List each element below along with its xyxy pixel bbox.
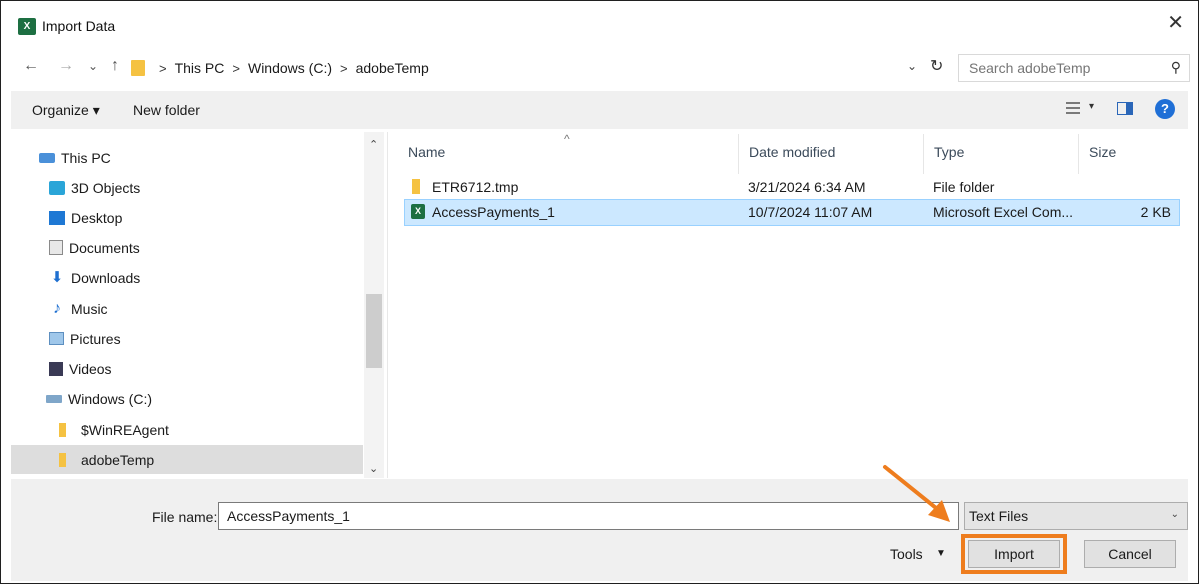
navigation-pane: ⌃ ⌄ This PC 3D Objects Desktop Documents… (11, 132, 386, 478)
footer-bar: File name: ▾ Text Files ⌄ Tools ▼ Import… (11, 479, 1188, 581)
folder-icon (131, 60, 145, 76)
sidebar-item-documents[interactable]: Documents (49, 233, 359, 262)
sidebar-item-label: This PC (61, 149, 111, 166)
nav-scrollbar-thumb[interactable] (366, 294, 382, 368)
command-bar: Organize ▾ New folder ▾ ? (11, 91, 1188, 129)
column-header-size[interactable]: Size (1079, 134, 1179, 174)
folder-icon (412, 179, 420, 194)
dialog-title: Import Data (42, 18, 116, 34)
downloads-icon: ⬇ (50, 268, 64, 286)
import-data-dialog: X Import Data ✕ ← → ⌄ ↑ > This PC > Wind… (0, 0, 1199, 584)
sidebar-item-desktop[interactable]: Desktop (49, 203, 359, 232)
breadcrumb-windows-c[interactable]: Windows (C:) (248, 60, 332, 76)
sidebar-item-winreagent[interactable]: $WinREAgent (59, 415, 359, 444)
close-button[interactable]: ✕ (1167, 11, 1184, 35)
file-row[interactable]: ETR6712.tmp 3/21/2024 6:34 AM File folde… (404, 174, 1180, 201)
sidebar-item-label: adobeTemp (81, 451, 155, 468)
breadcrumb-separator: > (232, 60, 240, 76)
organize-button[interactable]: Organize ▾ (32, 102, 100, 119)
breadcrumb-separator: > (340, 60, 348, 76)
sidebar-item-music[interactable]: ♪ Music (49, 294, 359, 323)
address-dropdown-icon[interactable]: ⌄ (907, 59, 917, 73)
search-icon[interactable]: ⚲ (1171, 59, 1181, 76)
back-button[interactable]: ← (23, 57, 39, 75)
up-button[interactable]: ↑ (111, 57, 119, 75)
folder-icon (59, 452, 66, 467)
search-box[interactable]: ⚲ (958, 54, 1190, 82)
excel-file-icon: X (411, 204, 425, 219)
breadcrumb-adobetemp[interactable]: adobeTemp (356, 60, 429, 76)
sidebar-item-label: Documents (69, 239, 140, 256)
address-bar[interactable]: > This PC > Windows (C:) > adobeTemp (131, 54, 953, 82)
sidebar-item-videos[interactable]: Videos (49, 354, 359, 383)
recent-locations-button[interactable]: ⌄ (88, 59, 98, 73)
column-header-name[interactable]: Name (398, 134, 739, 174)
sidebar-item-label: $WinREAgent (81, 421, 169, 438)
import-highlight-box (961, 534, 1067, 574)
excel-icon: X (18, 18, 36, 35)
chevron-down-icon: ⌄ (1170, 509, 1179, 520)
file-type-select[interactable]: Text Files ⌄ (964, 502, 1188, 530)
sidebar-item-3d-objects[interactable]: 3D Objects (49, 173, 359, 202)
this-pc-icon (39, 152, 55, 163)
tools-dropdown-icon[interactable]: ▼ (936, 548, 946, 559)
file-name-label: File name: (152, 509, 218, 525)
navigation-bar: ← → ⌄ ↑ > This PC > Windows (C:) > adobe… (1, 51, 1198, 87)
scroll-down-icon[interactable]: ⌄ (369, 462, 378, 475)
sidebar-item-label: Music (71, 300, 108, 317)
preview-pane-icon[interactable] (1117, 102, 1133, 115)
file-name: AccessPayments_1 (432, 204, 555, 220)
folder-icon (59, 422, 66, 437)
breadcrumb-separator: > (159, 60, 167, 76)
view-dropdown-icon[interactable]: ▾ (1089, 101, 1094, 112)
sidebar-item-label: Desktop (71, 209, 123, 226)
file-list: ^ Name Date modified Type Size ETR6712.t… (387, 132, 1189, 478)
sidebar-item-label: 3D Objects (71, 179, 141, 196)
file-name-input[interactable] (225, 503, 929, 529)
title-bar: X Import Data ✕ (1, 1, 1198, 45)
search-input[interactable] (967, 55, 1161, 81)
file-date: 10/7/2024 11:07 AM (748, 204, 873, 220)
file-type: Microsoft Excel Com... (933, 204, 1074, 220)
column-header-type[interactable]: Type (924, 134, 1079, 174)
file-size: 2 KB (1140, 204, 1171, 220)
sidebar-item-downloads[interactable]: ⬇ Downloads (49, 263, 359, 292)
sidebar-item-label: Windows (C:) (68, 390, 153, 407)
music-icon: ♪ (53, 299, 61, 317)
file-name: ETR6712.tmp (432, 179, 519, 195)
desktop-icon (49, 210, 65, 225)
cancel-button[interactable]: Cancel (1084, 540, 1176, 568)
videos-icon (49, 361, 63, 376)
sidebar-item-this-pc[interactable]: This PC (39, 143, 359, 172)
file-date: 3/21/2024 6:34 AM (748, 179, 866, 195)
tools-button[interactable]: Tools (890, 546, 923, 562)
file-name-dropdown-icon[interactable]: ▾ (936, 507, 942, 520)
refresh-button[interactable]: ↻ (930, 56, 943, 76)
sidebar-item-label: Videos (69, 360, 112, 377)
sidebar-item-windows-c[interactable]: Windows (C:) (46, 384, 359, 413)
file-row-selected[interactable]: X AccessPayments_1 10/7/2024 11:07 AM Mi… (404, 199, 1180, 226)
sidebar-item-pictures[interactable]: Pictures (49, 324, 359, 353)
file-type: File folder (933, 179, 995, 195)
file-name-field[interactable] (218, 502, 959, 530)
scroll-up-icon[interactable]: ⌃ (369, 138, 378, 151)
pictures-icon (49, 332, 64, 345)
sidebar-item-label: Downloads (71, 269, 141, 286)
file-type-value: Text Files (969, 508, 1029, 524)
forward-button[interactable]: → (58, 57, 74, 75)
3d-objects-icon (49, 180, 65, 195)
view-options-icon[interactable] (1066, 99, 1082, 115)
help-icon[interactable]: ? (1155, 99, 1175, 119)
sidebar-item-label: Pictures (70, 330, 121, 347)
column-header-date-modified[interactable]: Date modified (739, 134, 924, 174)
new-folder-button[interactable]: New folder (133, 102, 200, 118)
documents-icon (49, 240, 63, 255)
breadcrumb-this-pc[interactable]: This PC (175, 60, 225, 76)
drive-icon (46, 394, 62, 403)
sidebar-item-adobetemp[interactable]: adobeTemp (11, 445, 363, 474)
